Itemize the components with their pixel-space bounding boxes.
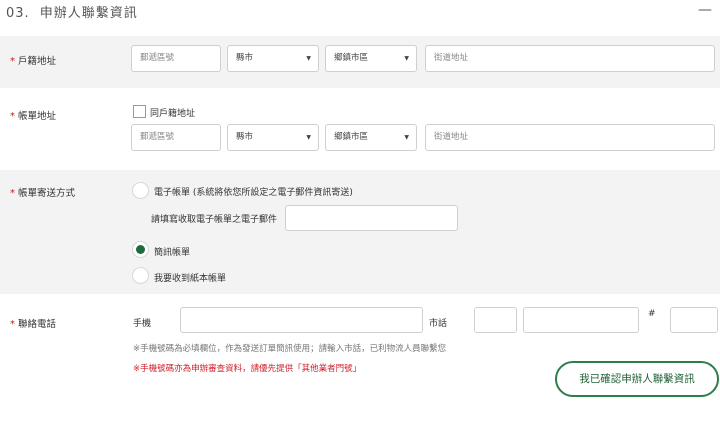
- landline-input[interactable]: [523, 307, 639, 333]
- chevron-down-icon: ▼: [404, 134, 409, 141]
- sms-bill-option-label: 簡訊帳單: [154, 248, 191, 258]
- phone-note: ※手機號碼為必填欄位，作為發送訂單簡訊使用；請輸入市話，已利物流人員聯繫您: [133, 344, 447, 354]
- registered-county-select[interactable]: 縣市 ▼: [227, 45, 319, 72]
- bill-delivery-row: [0, 170, 720, 294]
- mobile-input[interactable]: [180, 307, 423, 333]
- paper-bill-radio[interactable]: [132, 267, 149, 284]
- ebill-radio[interactable]: [132, 182, 149, 199]
- chevron-down-icon: ▼: [404, 55, 409, 62]
- paper-bill-option-label: 我要收到紙本帳單: [154, 274, 227, 284]
- registered-district-select[interactable]: 鄉鎮市區 ▼: [325, 45, 417, 72]
- section-header: 03. 申辦人聯繫資訊: [6, 2, 138, 21]
- minus-icon[interactable]: —: [698, 2, 712, 18]
- phone-warning: ※手機號碼亦為申辦審查資料，請優先提供「其他業者門號」: [133, 364, 362, 374]
- phone-label: * 聯絡電話: [10, 319, 57, 330]
- section-number: 03.: [6, 6, 30, 21]
- billing-street-input[interactable]: 街道地址: [425, 124, 715, 151]
- ebill-option-label: 電子帳單 (系統將依您所設定之電子郵件資訊寄送): [154, 188, 353, 198]
- section-title: 申辦人聯繫資訊: [39, 6, 138, 21]
- billing-district-select[interactable]: 鄉鎮市區 ▼: [325, 124, 417, 151]
- sms-bill-radio[interactable]: [132, 241, 149, 258]
- billing-county-select[interactable]: 縣市 ▼: [227, 124, 319, 151]
- ebill-email-input[interactable]: [285, 205, 458, 231]
- billing-postal-input[interactable]: 郵遞區號: [131, 124, 221, 151]
- extension-input[interactable]: [670, 307, 718, 333]
- area-code-input[interactable]: [474, 307, 517, 333]
- registered-postal-input[interactable]: 郵遞區號: [131, 45, 221, 72]
- registered-address-label: * 戶籍地址: [10, 56, 57, 67]
- billing-address-label: * 帳單地址: [10, 111, 57, 122]
- bill-delivery-label: * 帳單寄送方式: [10, 188, 76, 199]
- confirm-contact-button[interactable]: 我已確認申辦人聯繫資訊: [555, 361, 719, 397]
- chevron-down-icon: ▼: [306, 55, 311, 62]
- landline-label: 市話: [429, 319, 448, 329]
- same-address-label: 同戶籍地址: [150, 109, 196, 119]
- email-prompt: 請填寫收取電子帳單之電子郵件: [151, 215, 278, 225]
- mobile-label: 手機: [133, 319, 152, 329]
- chevron-down-icon: ▼: [306, 134, 311, 141]
- extension-mark: #: [648, 309, 656, 319]
- registered-street-input[interactable]: 街道地址: [425, 45, 715, 72]
- same-address-checkbox[interactable]: [133, 105, 146, 118]
